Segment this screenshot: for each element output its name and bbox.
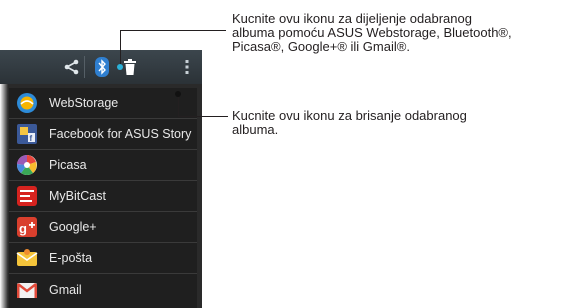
delete-callout-line-1: Kucnite ovu ikonu za brisanje odabranog <box>232 108 467 123</box>
share-callout: Kucnite ovu ikonu za dijeljenje odabrano… <box>232 12 512 54</box>
webstorage-icon <box>16 92 38 114</box>
share-callout-line-2: albuma pomoću ASUS Webstorage, Bluetooth… <box>232 25 512 40</box>
share-option-mybitcast[interactable]: MyBitCast <box>9 181 197 212</box>
share-option-label: Google+ <box>49 220 97 234</box>
share-option-picasa[interactable]: Picasa <box>9 150 197 181</box>
action-separator <box>84 56 85 78</box>
share-callout-leader-horizontal <box>120 30 226 31</box>
share-option-facebook-for-asus-story[interactable]: f Facebook for ASUS Story <box>9 119 197 150</box>
delete-callout: Kucnite ovu ikonu za brisanje odabranog … <box>232 109 467 137</box>
mybitcast-icon <box>16 185 38 207</box>
share-option-gmail[interactable]: Gmail <box>9 274 197 305</box>
action-bar <box>0 50 202 84</box>
screen-edge-fade <box>0 50 8 308</box>
share-option-label: WebStorage <box>49 96 119 110</box>
bluetooth-icon <box>95 57 109 77</box>
share-option-google-plus[interactable]: g Google+ <box>9 212 197 243</box>
facebook-story-icon: f <box>16 123 38 145</box>
google-plus-icon: g <box>16 216 38 238</box>
svg-text:f: f <box>30 134 33 143</box>
picasa-icon <box>16 154 38 176</box>
email-icon <box>16 247 38 269</box>
bluetooth-button[interactable] <box>87 50 117 84</box>
share-callout-leader-vertical <box>120 30 121 66</box>
delete-callout-pointer <box>175 91 181 97</box>
gmail-icon <box>16 279 38 301</box>
phone-screen: WebStorage f Facebook for ASUS Story Pic… <box>0 50 202 308</box>
share-option-label: Facebook for ASUS Story <box>49 127 192 141</box>
share-menu: WebStorage f Facebook for ASUS Story Pic… <box>9 88 197 308</box>
svg-text:g: g <box>19 221 27 236</box>
share-button[interactable] <box>57 50 87 84</box>
share-option-label: E-pošta <box>49 251 93 265</box>
share-callout-pointer <box>117 64 123 70</box>
share-option-email[interactable]: E-pošta <box>9 243 197 274</box>
share-option-webstorage[interactable]: WebStorage <box>9 88 197 119</box>
delete-callout-line-2: albuma. <box>232 122 279 137</box>
overflow-menu-button[interactable] <box>172 50 202 84</box>
delete-callout-leader-vertical <box>178 95 179 116</box>
share-callout-line-3: Picasa®, Google+® ili Gmail®. <box>232 39 410 54</box>
share-option-label: MyBitCast <box>49 189 106 203</box>
delete-callout-leader-horizontal <box>178 116 228 117</box>
share-callout-line-1: Kucnite ovu ikonu za dijeljenje odabrano… <box>232 11 472 26</box>
trash-icon <box>124 59 136 75</box>
share-option-label: Gmail <box>49 282 82 297</box>
overflow-menu-icon <box>185 60 189 74</box>
share-icon <box>64 59 79 75</box>
share-option-label: Picasa <box>49 158 87 172</box>
